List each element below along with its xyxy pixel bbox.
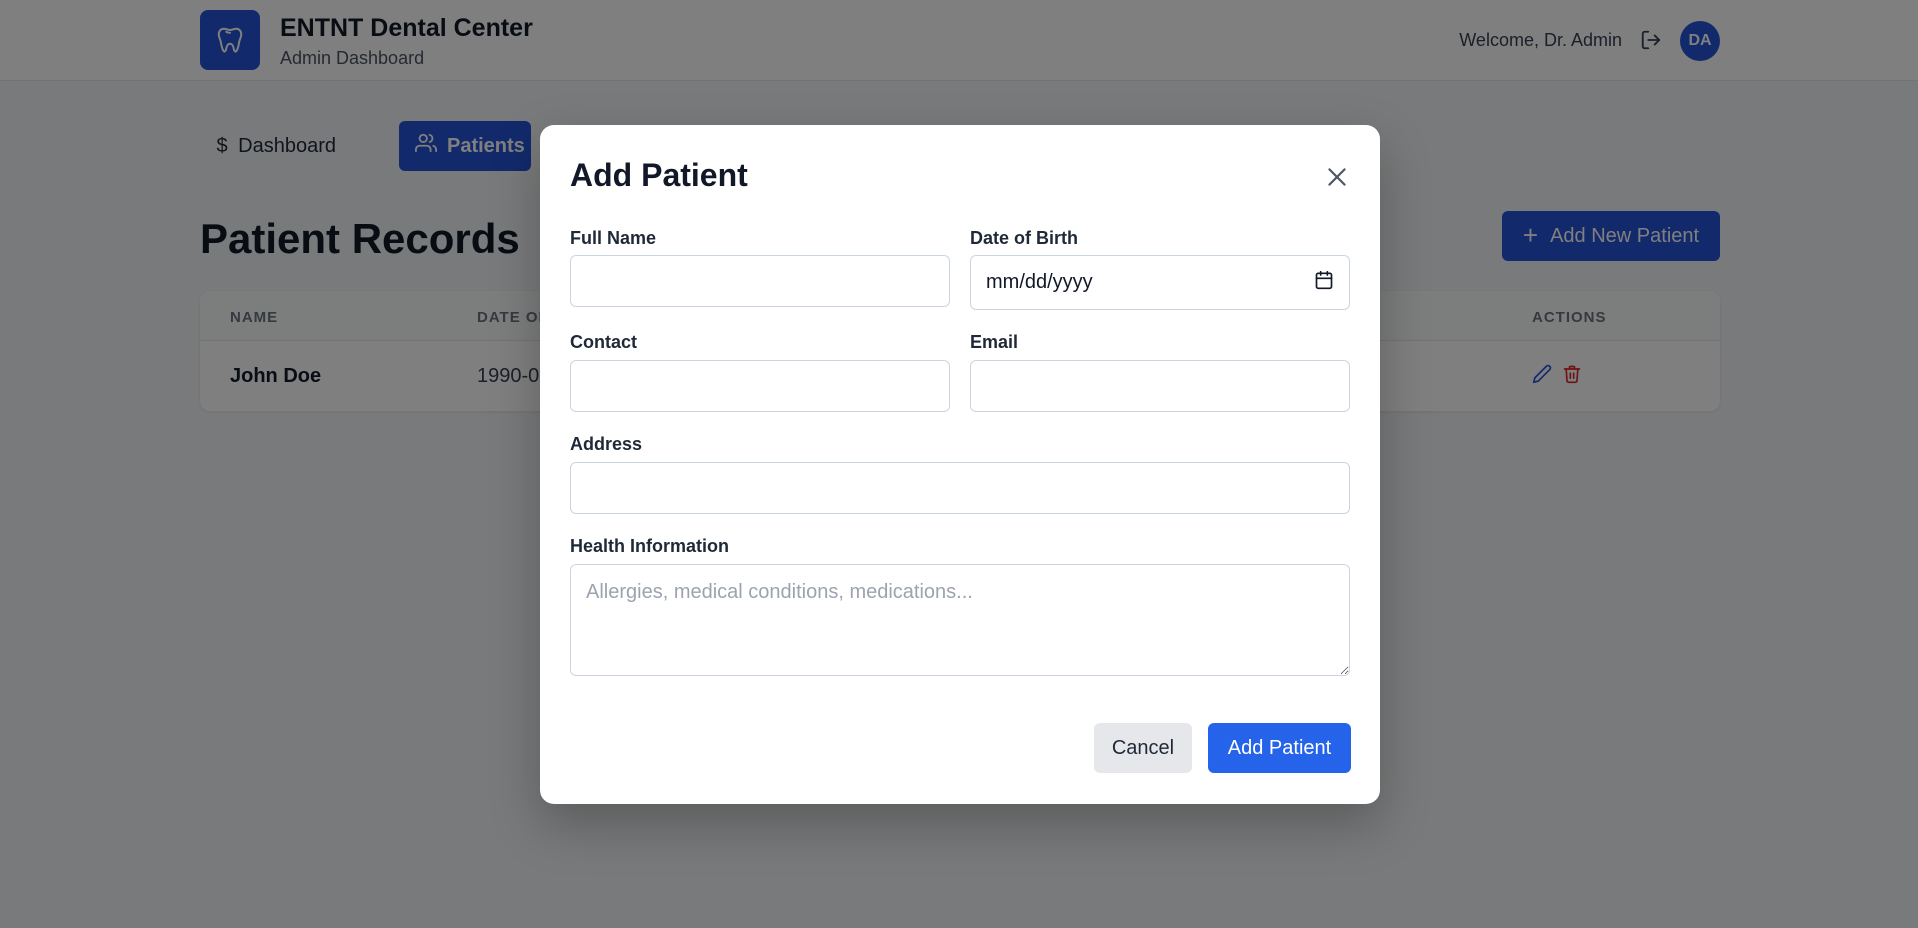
add-patient-modal: Add Patient Full Name Date of Birth mm/d… [540, 125, 1380, 804]
full-name-label: Full Name [570, 228, 657, 248]
modal-title: Add Patient [570, 157, 748, 193]
close-icon[interactable] [1321, 161, 1353, 193]
dob-input[interactable]: mm/dd/yyyy [970, 255, 1350, 310]
address-label: Address [570, 434, 643, 454]
dob-label: Date of Birth [970, 228, 1078, 248]
email-label: Email [970, 332, 1019, 352]
add-patient-button[interactable]: Add Patient [1208, 723, 1351, 773]
dob-value: mm/dd/yyyy [986, 271, 1093, 293]
contact-label: Contact [570, 332, 637, 352]
address-input[interactable] [570, 462, 1350, 514]
full-name-input[interactable] [570, 255, 950, 307]
health-info-textarea[interactable] [570, 564, 1350, 676]
contact-input[interactable] [570, 360, 950, 412]
calendar-icon[interactable] [1314, 270, 1334, 296]
email-input[interactable] [970, 360, 1350, 412]
cancel-button[interactable]: Cancel [1094, 723, 1192, 773]
health-info-label: Health Information [570, 536, 730, 556]
